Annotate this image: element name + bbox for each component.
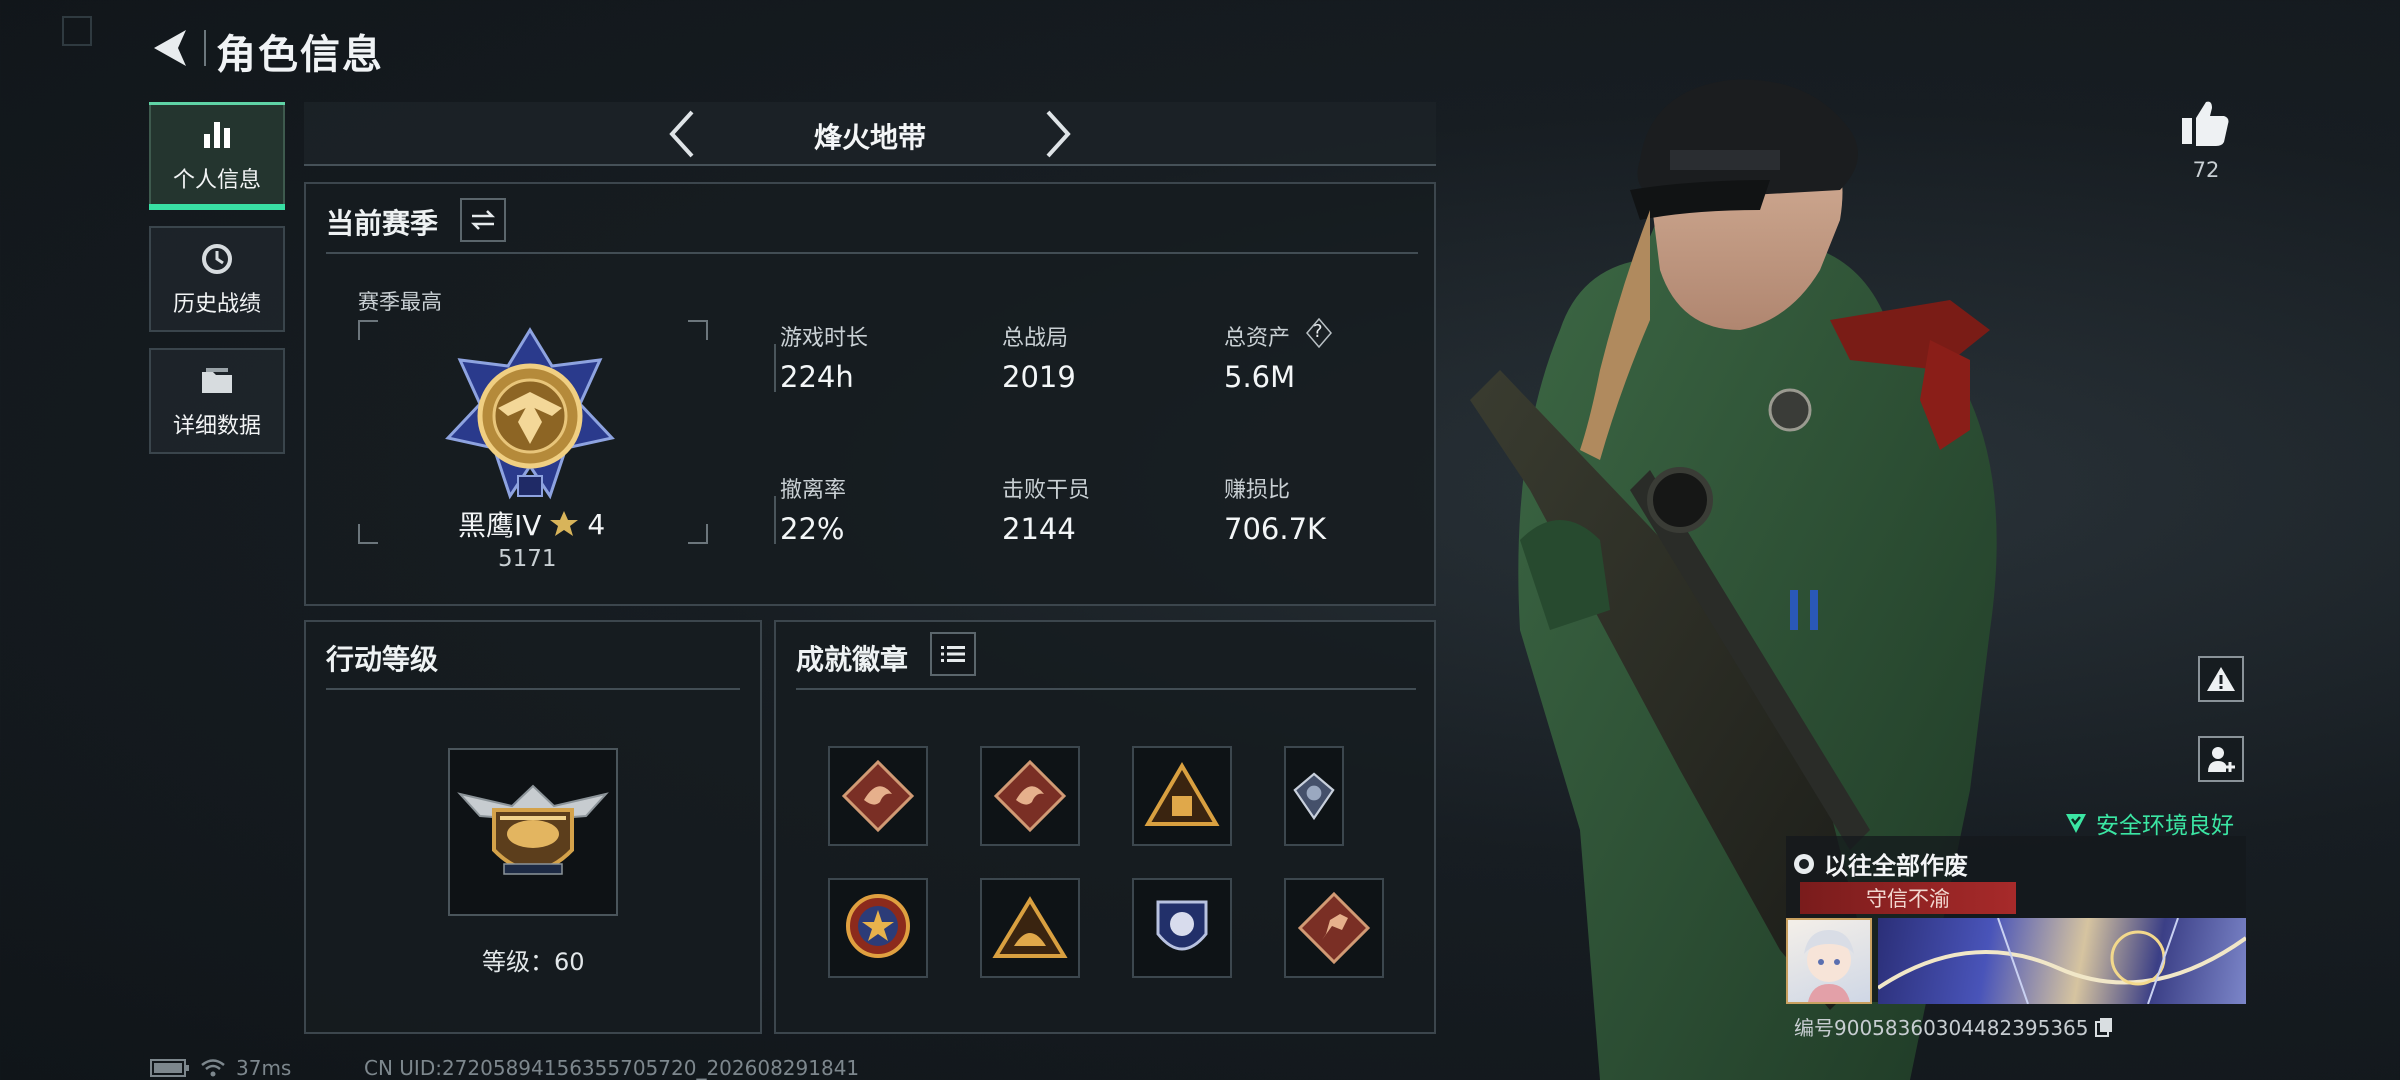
add-friend-button[interactable] [2198,736,2244,782]
achievements-list-button[interactable] [930,632,976,676]
player-emblem-icon [1794,853,1814,874]
title-divider [204,30,206,66]
stat-value-operators-defeated: 2144 [1002,512,1076,546]
like-count: 72 [2192,158,2220,182]
nav-label: 历史战绩 [172,292,261,317]
frame-corner [358,320,378,340]
player-avatar[interactable] [1786,918,1872,1004]
star-icon [550,511,579,536]
achievement-badge[interactable] [828,746,928,846]
rank-score: 5171 [498,546,557,572]
shield-badge-icon [1293,772,1335,821]
pyramid-badge-icon [1144,762,1220,826]
bar-chart-icon [204,122,230,148]
mode-prev-button[interactable] [660,106,704,162]
report-button[interactable] [2198,656,2244,702]
triangle-badge-icon [992,896,1068,958]
achievement-badge[interactable] [1132,746,1232,846]
stat-divider [774,496,776,544]
achievement-badge[interactable] [1284,746,1344,846]
achievement-badge[interactable] [980,746,1080,846]
chevron-left-icon [669,110,694,158]
battery-icon [150,1059,189,1077]
stat-value-extract-rate: 22% [780,512,845,546]
action-level-title: 行动等级 [326,643,439,676]
player-banner [1878,918,2246,1004]
nav-label: 详细数据 [172,414,261,439]
action-level-emblem-frame [448,748,618,916]
mode-title: 烽火地带 [813,121,926,154]
frame-corner [688,320,708,340]
safety-status: 安全环境良好 [2064,806,2234,840]
history-clock-icon [202,244,232,274]
helicopter-emblem-icon [457,784,609,875]
list-icon [941,646,965,662]
folder-icon [202,368,232,393]
achievements-divider [796,688,1416,690]
achievement-badge[interactable] [980,878,1080,978]
achievement-badge[interactable] [1132,878,1232,978]
status-bar: 37ms [150,1056,291,1080]
player-name-row: 以往全部作废 [1792,846,1968,881]
season-title: 当前赛季 [326,207,439,240]
nav-detailed-data[interactable]: 详细数据 [149,348,285,454]
corner-frame-icon [62,16,92,46]
season-divider [326,252,1418,254]
swap-arrows-icon [470,210,496,230]
back-arrow-icon [154,30,186,66]
nav-label: 个人信息 [172,168,261,193]
back-button[interactable] [148,26,192,70]
dragon-badge-icon [993,759,1067,833]
safety-text: 安全环境良好 [2096,813,2234,839]
player-title-tag: 守信不渝 [1800,882,2016,914]
stat-value-total-matches: 2019 [1002,360,1076,394]
stat-value-total-assets: 5.6M [1224,360,1296,394]
frame-corner [358,524,378,544]
rank-emblem-icon [440,326,620,506]
like-button[interactable] [2178,96,2232,150]
stat-label-total-matches: 总战局 [1002,326,1069,351]
stat-label-playtime: 游戏时长 [780,326,869,351]
rank-name: 黑鹰IV [458,509,542,542]
copy-icon[interactable] [2094,1017,2113,1037]
stat-value-profit-loss: 706.7K [1224,512,1327,546]
help-icon[interactable]: ? [1306,317,1332,349]
stat-label-operators-defeated: 击败干员 [1002,478,1091,503]
nav-personal-info[interactable]: 个人信息 [149,102,285,210]
frame-corner [688,524,708,544]
warning-icon [2207,667,2235,691]
uid-text: CN UID:27205894156355705720_202608291841 [364,1056,860,1080]
wifi-icon [201,1059,225,1077]
chevron-right-icon [1046,110,1071,158]
ping-text: 37ms [236,1056,292,1080]
stat-label-profit-loss: 赚损比 [1224,478,1291,503]
action-level-text: 等级：60 [482,948,585,976]
star-medal-badge-icon [846,894,910,958]
stat-label-total-assets: 总资产 [1224,326,1291,351]
mode-next-button[interactable] [1036,106,1080,162]
action-level-divider [326,688,740,690]
season-best-label: 赛季最高 [358,290,442,314]
add-friend-icon [2208,747,2235,772]
stat-divider [774,344,776,392]
police-badge-icon [1156,900,1208,951]
page-title: 角色信息 [216,32,384,78]
season-switch-button[interactable] [460,198,506,242]
rank-stars: 4 [587,507,606,541]
player-id-row: 编号9005836030448239536​5 [1794,1012,2113,1041]
player-id: 编号9005836030448239536​5 [1794,1016,2089,1040]
help-glyph: ? [1313,321,1323,342]
nav-history[interactable]: 历史战绩 [149,226,285,332]
stat-label-extract-rate: 撤离率 [780,478,847,503]
dragon-badge-icon [841,759,915,833]
achievement-badge[interactable] [828,878,928,978]
achievements-title: 成就徽章 [796,643,909,676]
player-name: 以往全部作废 [1824,852,1968,880]
stat-value-playtime: 224h [780,360,854,394]
safe-shield-icon [2066,814,2086,833]
rank-name-row: 黑鹰IV 4 [458,504,605,544]
thumbs-up-icon [2182,101,2229,146]
